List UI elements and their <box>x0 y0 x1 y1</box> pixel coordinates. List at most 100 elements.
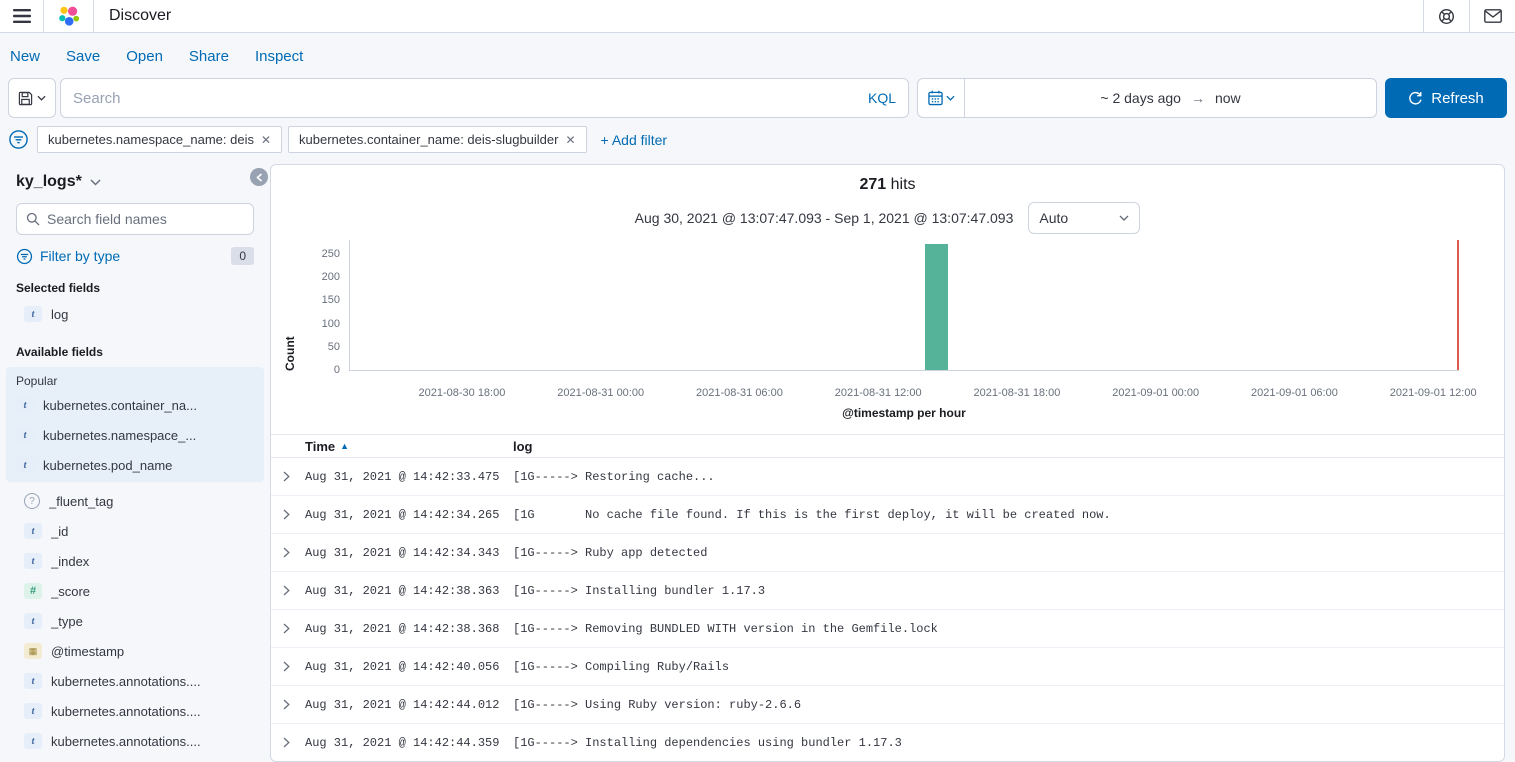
query-language-button[interactable]: KQL <box>858 90 896 106</box>
remove-filter-icon[interactable]: ✕ <box>261 134 271 146</box>
field-name: kubernetes.pod_name <box>43 458 172 473</box>
expand-row-button[interactable] <box>271 585 305 596</box>
field-name: kubernetes.annotations.... <box>51 704 201 719</box>
table-header: Time ▲ log <box>271 434 1504 458</box>
table-row[interactable]: Aug 31, 2021 @ 14:42:38.363 [1G-----> In… <box>271 572 1504 610</box>
field-type-date-badge: ▦ <box>24 643 42 659</box>
nav-link-inspect[interactable]: Inspect <box>255 47 303 66</box>
app-header: Discover <box>0 0 1515 33</box>
field-search-input[interactable] <box>47 211 244 227</box>
time-range-display[interactable]: ~ 2 days ago → now <box>964 78 1377 118</box>
table-row[interactable]: Aug 31, 2021 @ 14:42:44.359 [1G-----> In… <box>271 724 1504 762</box>
hits-header: 271 hits <box>271 176 1504 194</box>
table-row[interactable]: Aug 31, 2021 @ 14:42:33.475 [1G-----> Re… <box>271 458 1504 496</box>
field-type-t-badge: t <box>24 523 42 539</box>
search-input[interactable] <box>73 90 858 107</box>
time-range-subtitle: Aug 30, 2021 @ 13:07:47.093 - Sep 1, 202… <box>635 210 1014 226</box>
hits-label: hits <box>891 176 916 193</box>
field-name: log <box>51 307 68 322</box>
time-range-to[interactable]: now <box>1215 90 1241 106</box>
field-item[interactable]: t log <box>16 299 254 329</box>
field-item[interactable]: t kubernetes.container_na... <box>8 390 262 420</box>
table-row[interactable]: Aug 31, 2021 @ 14:42:44.012 [1G-----> Us… <box>271 686 1504 724</box>
table-body: Aug 31, 2021 @ 14:42:33.475 [1G-----> Re… <box>271 458 1504 762</box>
nav-link-save[interactable]: Save <box>66 47 100 66</box>
newsfeed-button[interactable] <box>1469 0 1515 32</box>
time-range-from[interactable]: ~ 2 days ago <box>1100 90 1181 106</box>
field-item[interactable]: t kubernetes.namespace_... <box>8 420 262 450</box>
elastic-logo-icon <box>56 4 81 29</box>
collapse-sidebar-button[interactable] <box>250 168 268 186</box>
sort-ascending-icon[interactable]: ▲ <box>340 441 349 451</box>
expand-row-button[interactable] <box>271 471 305 482</box>
field-item[interactable]: t _type <box>16 606 254 636</box>
available-fields-list: ? _fluent_tag t _id t _index # _score t … <box>16 486 254 762</box>
filter-pill[interactable]: kubernetes.container_name: deis-slugbuil… <box>288 126 587 153</box>
histogram-plot-area[interactable]: 050100150200250 <box>349 240 1459 371</box>
remove-filter-icon[interactable]: ✕ <box>565 134 575 146</box>
log-cell: [1G No cache file found. If this is the … <box>513 508 1111 522</box>
y-axis-tick: 100 <box>322 318 340 330</box>
expand-row-button[interactable] <box>271 699 305 710</box>
elastic-logo[interactable] <box>44 0 94 32</box>
selected-fields-heading: Selected fields <box>16 281 254 295</box>
x-axis-tick: 2021-09-01 12:00 <box>1390 387 1477 399</box>
x-axis-title: @timestamp per hour <box>349 406 1459 420</box>
nav-link-open[interactable]: Open <box>126 47 163 66</box>
date-quick-menu-button[interactable] <box>917 78 964 118</box>
nav-link-new[interactable]: New <box>10 47 40 66</box>
filter-by-type-button[interactable]: Filter by type 0 <box>16 247 254 265</box>
table-row[interactable]: Aug 31, 2021 @ 14:42:34.343 [1G-----> Ru… <box>271 534 1504 572</box>
field-item[interactable]: t kubernetes.annotations.... <box>16 696 254 726</box>
search-icon <box>26 212 40 226</box>
calendar-icon <box>928 90 943 106</box>
index-pattern-selector[interactable]: ky_logs* <box>16 173 254 191</box>
filters-menu-button[interactable] <box>8 129 29 150</box>
table-row[interactable]: Aug 31, 2021 @ 14:42:38.368 [1G-----> Re… <box>271 610 1504 648</box>
chevron-right-icon <box>283 623 290 634</box>
nav-link-share[interactable]: Share <box>189 47 229 66</box>
histogram-bar[interactable] <box>925 244 948 370</box>
refresh-button[interactable]: Refresh <box>1385 78 1507 118</box>
field-item[interactable]: t _index <box>16 546 254 576</box>
chevron-right-icon <box>283 547 290 558</box>
filter-circle-icon <box>8 129 29 150</box>
field-item[interactable]: t kubernetes.pod_name <box>8 450 262 480</box>
time-cell: Aug 31, 2021 @ 14:42:34.265 <box>305 508 513 522</box>
log-cell: [1G-----> Using Ruby version: ruby-2.6.6 <box>513 698 801 712</box>
field-item[interactable]: ▦ @timestamp <box>16 636 254 666</box>
time-cell: Aug 31, 2021 @ 14:42:44.012 <box>305 698 513 712</box>
expand-row-button[interactable] <box>271 547 305 558</box>
filter-pill[interactable]: kubernetes.namespace_name: deis ✕ <box>37 126 282 153</box>
expand-row-button[interactable] <box>271 737 305 748</box>
column-header-time[interactable]: Time ▲ <box>305 439 513 454</box>
add-filter-button[interactable]: + Add filter <box>601 132 668 148</box>
y-axis-tick: 150 <box>322 294 340 306</box>
field-item[interactable]: t kubernetes.annotations.... <box>16 756 254 762</box>
chevron-down-icon <box>1119 215 1129 221</box>
field-type-t-badge: t <box>24 553 42 569</box>
chevron-right-icon <box>283 737 290 748</box>
saved-query-menu-button[interactable] <box>8 78 56 118</box>
hamburger-menu-button[interactable] <box>0 0 44 32</box>
interval-select[interactable]: Auto <box>1028 202 1140 234</box>
help-button[interactable] <box>1423 0 1469 32</box>
field-type-t-badge: t <box>24 613 42 629</box>
expand-row-button[interactable] <box>271 623 305 634</box>
page-body: New Save Open Share Inspect KQL <box>0 33 1515 762</box>
table-row[interactable]: Aug 31, 2021 @ 14:42:34.265 [1G No cache… <box>271 496 1504 534</box>
popular-fields-list: t kubernetes.container_na... t kubernete… <box>8 390 262 480</box>
column-header-time-label: Time <box>305 439 335 454</box>
field-item[interactable]: t kubernetes.annotations.... <box>16 666 254 696</box>
expand-row-button[interactable] <box>271 509 305 520</box>
field-item[interactable]: t kubernetes.annotations.... <box>16 726 254 756</box>
chevron-right-icon <box>283 699 290 710</box>
field-item[interactable]: # _score <box>16 576 254 606</box>
expand-row-button[interactable] <box>271 661 305 672</box>
available-fields-heading: Available fields <box>16 345 254 359</box>
x-axis-tick: 2021-08-31 00:00 <box>557 387 644 399</box>
hits-count: 271 <box>859 176 886 193</box>
field-item[interactable]: ? _fluent_tag <box>16 486 254 516</box>
field-item[interactable]: t _id <box>16 516 254 546</box>
table-row[interactable]: Aug 31, 2021 @ 14:42:40.056 [1G-----> Co… <box>271 648 1504 686</box>
